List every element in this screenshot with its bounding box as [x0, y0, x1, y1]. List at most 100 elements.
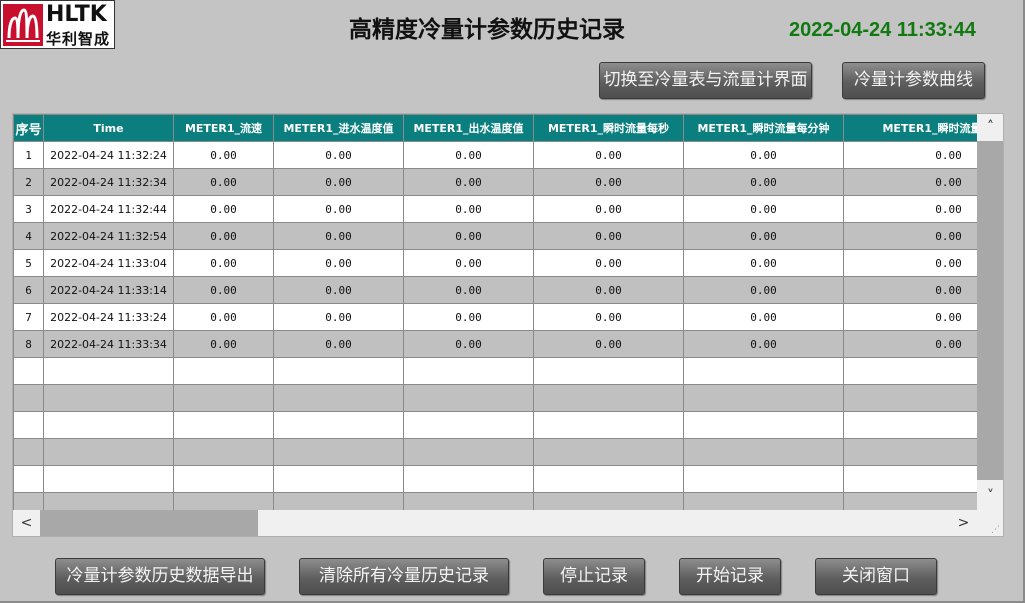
table-cell: 0.00	[843, 222, 977, 250]
table-cell: 2022-04-24 11:33:24	[43, 303, 174, 331]
table-cell: 4	[13, 222, 44, 250]
table-cell	[533, 357, 684, 385]
horizontal-scrollbar[interactable]: < >	[13, 510, 977, 536]
company-logo: HLTK 华利智成	[0, 0, 115, 49]
table-cell: 2022-04-24 11:32:24	[43, 141, 174, 169]
history-table: 序号 Time METER1_流速 METER1_进水温度值 METER1_出水温度值 M…	[13, 114, 977, 510]
parameter-curve-button[interactable]: 冷量计参数曲线	[842, 62, 985, 99]
empty-table-row	[13, 357, 977, 385]
table-cell: 0.00	[273, 195, 404, 223]
table-cell	[683, 465, 844, 493]
empty-table-row	[13, 438, 977, 466]
history-table-container: 序号 Time METER1_流速 METER1_进水温度值 METER1_出水温度值 M…	[12, 113, 1004, 537]
table-cell	[173, 411, 274, 439]
horizontal-scroll-thumb[interactable]	[40, 510, 258, 536]
table-cell: 0.00	[843, 141, 977, 169]
table-cell: 2022-04-24 11:33:34	[43, 330, 174, 358]
table-cell: 0.00	[403, 195, 534, 223]
chevron-down-icon[interactable]: ˅	[977, 483, 1003, 510]
table-cell	[403, 438, 534, 466]
table-cell: 0.00	[683, 141, 844, 169]
table-cell	[13, 411, 44, 439]
vertical-scrollbar[interactable]: ˄ ˅	[977, 114, 1003, 510]
table-row[interactable]: 4 2022-04-24 11:32:54 0.00 0.00 0.00 0.00 0.00…	[13, 222, 977, 250]
close-window-button[interactable]: 关闭窗口	[815, 558, 937, 595]
chevron-right-icon[interactable]: >	[950, 510, 977, 536]
vertical-scroll-thumb[interactable]	[977, 141, 1003, 480]
table-cell: 8	[13, 330, 44, 358]
table-cell	[683, 411, 844, 439]
table-cell	[403, 492, 534, 510]
table-cell: 0.00	[533, 276, 684, 304]
table-cell: 2022-04-24 11:33:14	[43, 276, 174, 304]
column-header[interactable]: Time	[43, 114, 174, 142]
table-cell: 0.00	[683, 276, 844, 304]
table-cell: 0.00	[173, 303, 274, 331]
table-header-row: 序号 Time METER1_流速 METER1_进水温度值 METER1_出水温度值 M…	[13, 114, 977, 142]
table-cell	[843, 465, 977, 493]
chevron-up-icon[interactable]: ˄	[977, 114, 1003, 141]
column-header[interactable]: METER1_流速	[173, 114, 274, 142]
table-cell	[273, 411, 404, 439]
export-history-button[interactable]: 冷量计参数历史数据导出	[55, 558, 265, 595]
table-cell: 0.00	[173, 195, 274, 223]
table-row[interactable]: 6 2022-04-24 11:33:14 0.00 0.00 0.00 0.00 0.00…	[13, 276, 977, 304]
column-header[interactable]: METER1_瞬时流量每秒	[533, 114, 684, 142]
history-table-viewport: 序号 Time METER1_流速 METER1_进水温度值 METER1_出水温度值 M…	[13, 114, 977, 510]
table-row[interactable]: 3 2022-04-24 11:32:44 0.00 0.00 0.00 0.00 0.00…	[13, 195, 977, 223]
table-cell	[43, 438, 174, 466]
table-cell: 0.00	[533, 168, 684, 196]
table-cell: 0.00	[273, 330, 404, 358]
table-cell: 0.00	[403, 141, 534, 169]
logo-text-cn: 华利智成	[46, 30, 111, 48]
table-cell	[843, 438, 977, 466]
table-row[interactable]: 5 2022-04-24 11:33:04 0.00 0.00 0.00 0.00 0.00…	[13, 249, 977, 277]
stop-recording-button[interactable]: 停止记录	[543, 558, 645, 595]
table-cell	[273, 465, 404, 493]
table-cell	[403, 465, 534, 493]
table-cell: 2022-04-24 11:33:04	[43, 249, 174, 277]
table-row[interactable]: 1 2022-04-24 11:32:24 0.00 0.00 0.00 0.00 0.00…	[13, 141, 977, 169]
table-cell: 0.00	[533, 330, 684, 358]
table-cell: 0.00	[403, 330, 534, 358]
table-cell: 0.00	[403, 222, 534, 250]
column-header[interactable]: METER1_瞬时流量每小时	[843, 114, 977, 142]
table-cell	[43, 411, 174, 439]
table-cell: 0.00	[273, 141, 404, 169]
table-cell	[533, 411, 684, 439]
table-cell: 0.00	[173, 276, 274, 304]
clear-history-button[interactable]: 清除所有冷量历史记录	[299, 558, 509, 595]
column-header[interactable]: METER1_出水温度值	[403, 114, 534, 142]
column-header[interactable]: 序号	[13, 114, 44, 142]
table-cell: 0.00	[403, 249, 534, 277]
page-title: 高精度冷量计参数历史记录	[349, 17, 625, 43]
table-cell: 0.00	[533, 141, 684, 169]
table-cell	[273, 438, 404, 466]
table-cell: 0.00	[683, 249, 844, 277]
table-cell: 0.00	[843, 195, 977, 223]
table-cell	[843, 492, 977, 510]
table-cell: 2022-04-24 11:32:34	[43, 168, 174, 196]
table-row[interactable]: 7 2022-04-24 11:33:24 0.00 0.00 0.00 0.00 0.00…	[13, 303, 977, 331]
hltk-logo-icon	[3, 4, 43, 46]
table-cell: 0.00	[533, 249, 684, 277]
table-cell: 0.00	[173, 249, 274, 277]
empty-table-row	[13, 384, 977, 412]
table-cell: 0.00	[403, 276, 534, 304]
table-cell: 0.00	[683, 168, 844, 196]
resize-grip-icon: ⋰	[991, 525, 1000, 535]
table-row[interactable]: 2 2022-04-24 11:32:34 0.00 0.00 0.00 0.00 0.00…	[13, 168, 977, 196]
switch-view-button[interactable]: 切换至冷量表与流量计界面	[599, 62, 812, 99]
column-header[interactable]: METER1_瞬时流量每分钟	[683, 114, 844, 142]
start-recording-button[interactable]: 开始记录	[679, 558, 781, 595]
table-cell: 0.00	[273, 249, 404, 277]
column-header[interactable]: METER1_进水温度值	[273, 114, 404, 142]
table-cell: 0.00	[533, 195, 684, 223]
table-cell	[173, 357, 274, 385]
table-cell: 0.00	[843, 249, 977, 277]
table-row[interactable]: 8 2022-04-24 11:33:34 0.00 0.00 0.00 0.00 0.00…	[13, 330, 977, 358]
table-cell: 6	[13, 276, 44, 304]
chevron-left-icon[interactable]: <	[13, 510, 40, 536]
table-cell	[683, 384, 844, 412]
table-cell	[273, 357, 404, 385]
